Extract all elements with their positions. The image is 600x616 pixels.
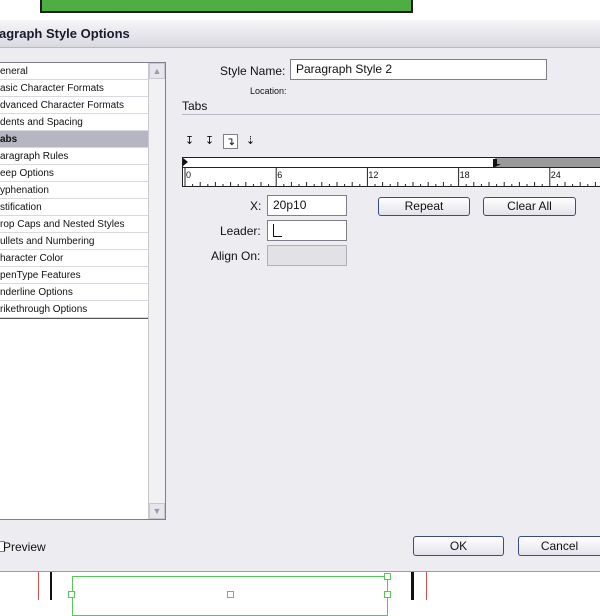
sidebar-item[interactable]: abs bbox=[0, 131, 148, 148]
section-divider bbox=[182, 114, 600, 115]
document-green-frame bbox=[40, 0, 413, 13]
ok-button[interactable]: OK bbox=[413, 536, 504, 556]
align-to-decimal-tab-icon[interactable]: ⇣ bbox=[243, 134, 258, 149]
cancel-button[interactable]: Cancel bbox=[518, 536, 600, 556]
ruler-number: 6 bbox=[277, 170, 282, 180]
indent-marker-icon bbox=[183, 158, 188, 166]
sidebar-item[interactable]: rikethrough Options bbox=[0, 301, 148, 318]
sidebar-item[interactable]: ullets and Numbering bbox=[0, 233, 148, 250]
location-label: Location: bbox=[250, 86, 287, 96]
sidebar-item[interactable]: dvanced Character Formats bbox=[0, 97, 148, 114]
ruler-number: 0 bbox=[186, 170, 191, 180]
list-scrollbar[interactable]: ▲ ▼ bbox=[148, 63, 165, 519]
paragraph-style-options-dialog: agraph Style Options eneral asic Characte… bbox=[0, 20, 600, 572]
sidebar-item[interactable]: haracter Color bbox=[0, 250, 148, 267]
list-divider bbox=[0, 318, 148, 319]
sidebar-item[interactable]: eep Options bbox=[0, 165, 148, 182]
sidebar-item[interactable]: aragraph Rules bbox=[0, 148, 148, 165]
tabs-heading: Tabs bbox=[182, 99, 208, 113]
left-justified-tab-icon[interactable]: ↧ bbox=[182, 134, 197, 149]
style-name-label: Style Name: bbox=[220, 64, 286, 78]
margin-guide-left bbox=[38, 572, 39, 600]
scroll-down-button[interactable]: ▼ bbox=[149, 503, 165, 519]
leader-input[interactable] bbox=[267, 220, 347, 241]
preview-label: Preview bbox=[3, 540, 46, 554]
tab-ruler[interactable]: 0 6 12 18 24 bbox=[182, 157, 600, 187]
sidebar-item[interactable]: asic Character Formats bbox=[0, 80, 148, 97]
right-tab-stop-icon bbox=[493, 159, 501, 167]
ruler-number: 18 bbox=[460, 170, 470, 180]
sidebar-item[interactable]: rop Caps and Nested Styles bbox=[0, 216, 148, 233]
leader-label: Leader: bbox=[220, 224, 261, 238]
text-cursor-icon bbox=[273, 224, 282, 238]
ruler-ticks: 0 6 12 18 24 bbox=[183, 158, 596, 187]
arrow-down-icon: ▼ bbox=[152, 506, 162, 516]
style-name-input[interactable]: Paragraph Style 2 bbox=[290, 59, 547, 80]
category-list[interactable]: eneral asic Character Formats dvanced Char… bbox=[0, 62, 166, 520]
repeat-button[interactable]: Repeat bbox=[378, 197, 470, 216]
scroll-up-button[interactable]: ▲ bbox=[149, 63, 165, 79]
sidebar-item[interactable]: dents and Spacing bbox=[0, 114, 148, 131]
frame-handle[interactable] bbox=[384, 573, 391, 580]
frame-handle[interactable] bbox=[227, 591, 234, 598]
sidebar-item[interactable]: eneral bbox=[0, 63, 148, 80]
page-edge-right bbox=[411, 572, 414, 600]
ruler-number: 12 bbox=[368, 170, 378, 180]
clear-all-button[interactable]: Clear All bbox=[483, 197, 576, 216]
frame-handle[interactable] bbox=[68, 591, 75, 598]
dialog-title: agraph Style Options bbox=[0, 26, 130, 41]
x-position-input[interactable]: 20p10 bbox=[267, 195, 347, 216]
sidebar-item[interactable]: penType Features bbox=[0, 267, 148, 284]
margin-guide-right bbox=[426, 572, 427, 600]
page-edge-left bbox=[50, 572, 52, 600]
right-justified-tab-icon[interactable]: ↴ bbox=[223, 134, 238, 149]
center-justified-tab-icon[interactable]: ↧ bbox=[202, 134, 217, 149]
sidebar-item[interactable]: yphenation bbox=[0, 182, 148, 199]
x-position-label: X: bbox=[250, 199, 262, 213]
frame-handle[interactable] bbox=[384, 591, 391, 598]
dialog-titlebar[interactable]: agraph Style Options bbox=[0, 20, 600, 48]
align-on-label: Align On: bbox=[211, 249, 261, 263]
sidebar-item[interactable]: nderline Options bbox=[0, 284, 148, 301]
sidebar-item[interactable]: stification bbox=[0, 199, 148, 216]
arrow-up-icon: ▲ bbox=[152, 66, 162, 76]
ruler-number: 24 bbox=[551, 170, 561, 180]
align-on-input[interactable] bbox=[267, 245, 347, 266]
